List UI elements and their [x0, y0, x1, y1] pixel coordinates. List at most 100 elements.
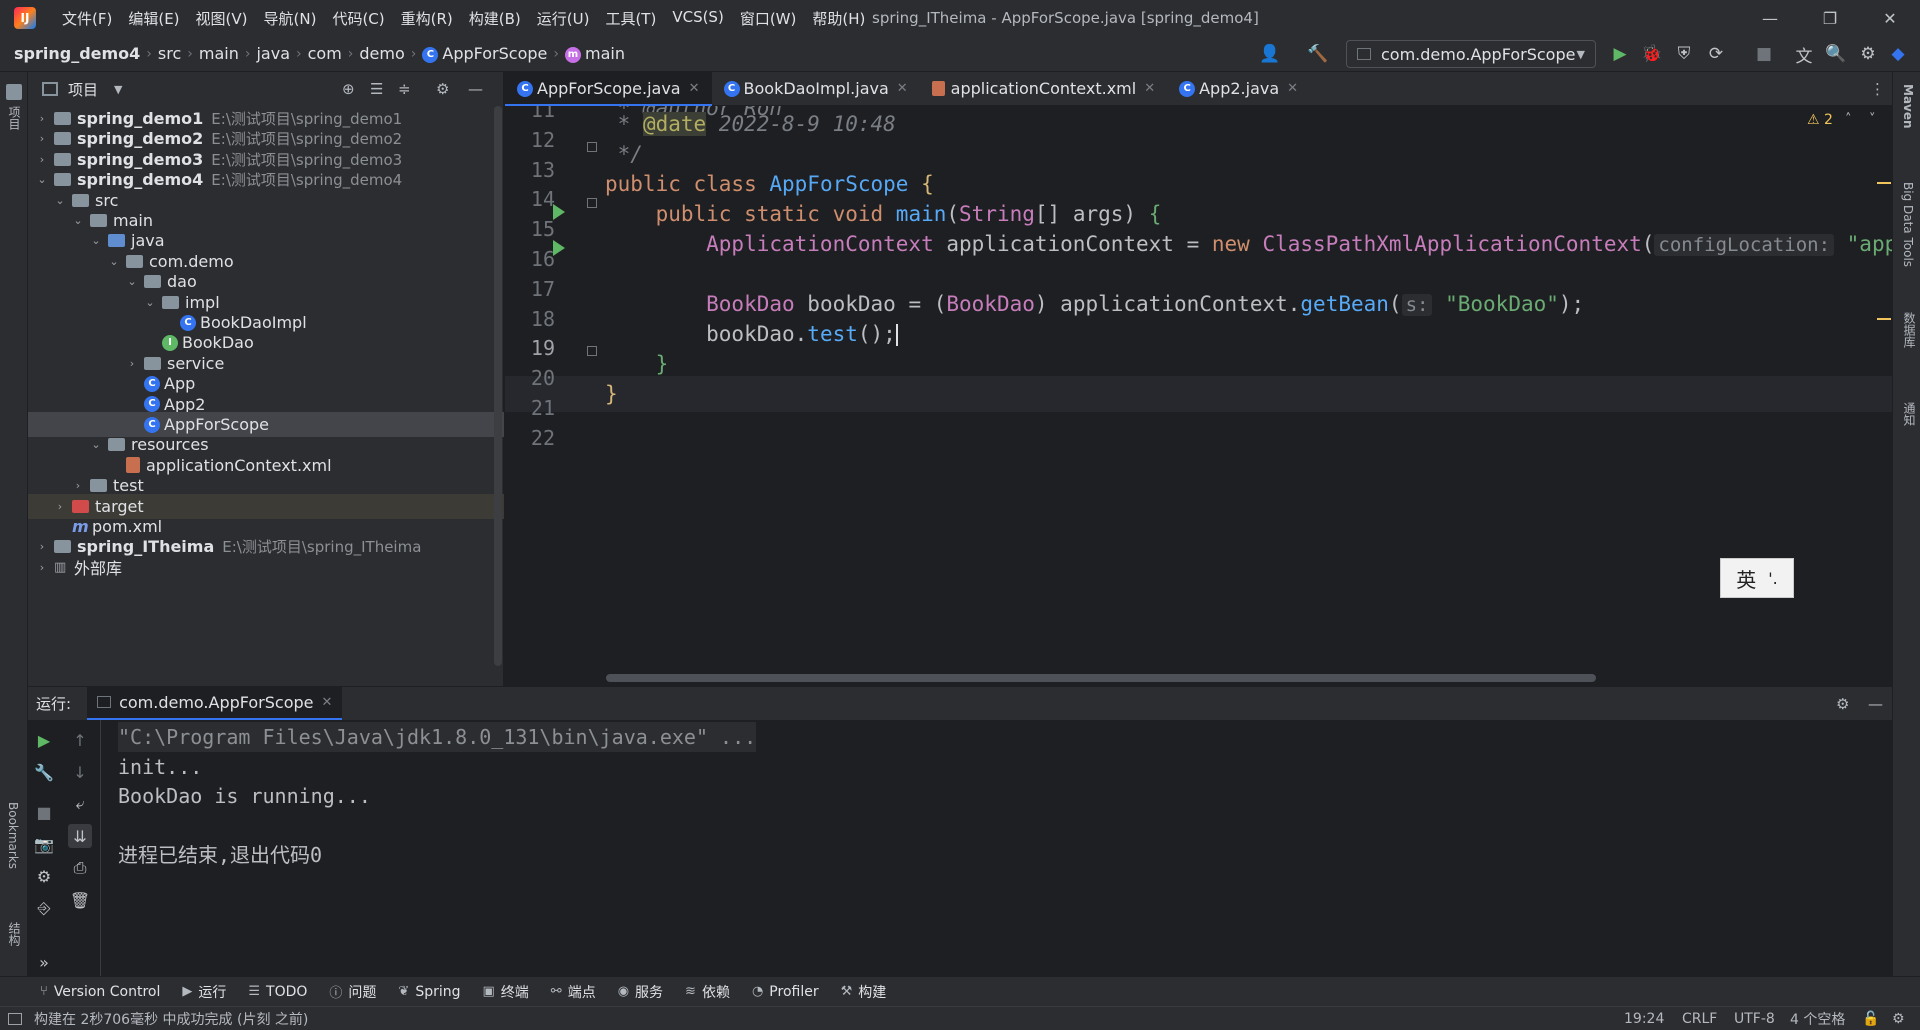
stop-icon[interactable]: ■ [32, 800, 56, 824]
tree-expand-icon[interactable]: › [52, 500, 68, 513]
code-editor[interactable]: 111213141516171819202122 * @author Ron *… [505, 106, 1892, 686]
tool-window-button[interactable]: ⚒ 构建 [841, 982, 887, 1002]
bigdata-tool-label[interactable]: Big Data Tools [1901, 182, 1915, 267]
tree-expand-icon[interactable]: › [34, 132, 50, 145]
tool-window-button[interactable]: ◉ 服务 [618, 982, 663, 1002]
breadcrumb-item[interactable]: C AppForScope [422, 44, 547, 63]
restore-icon[interactable]: ❐ [1800, 0, 1860, 36]
breadcrumb-item[interactable]: java [256, 44, 290, 63]
status-message[interactable]: 构建在 2秒706毫秒 中成功完成 (片刻 之前) [34, 1009, 308, 1029]
editor-tab[interactable]: C BookDaoImpl.java ✕ [712, 72, 920, 106]
run-gutter-icon[interactable] [553, 204, 565, 220]
editor-horizontal-scrollbar[interactable] [606, 674, 1596, 682]
menu-item[interactable]: VCS(S) [664, 8, 731, 29]
build-hammer-icon[interactable]: 🔨 [1306, 42, 1330, 66]
tree-expand-icon[interactable]: ⌄ [34, 173, 50, 186]
user-icon[interactable]: 👤 [1258, 42, 1282, 66]
tree-expand-icon[interactable]: ⌄ [88, 438, 104, 451]
menu-item[interactable]: 代码(C) [324, 8, 392, 29]
status-panel-icon[interactable] [8, 1012, 22, 1025]
menu-item[interactable]: 工具(T) [597, 8, 664, 29]
print-icon[interactable]: ⎙ [68, 856, 92, 880]
bookmarks-tool-label[interactable]: Bookmarks [6, 802, 20, 869]
tool-window-button[interactable]: ▶ 运行 [182, 982, 226, 1002]
editor-tab[interactable]: C App2.java ✕ [1167, 72, 1310, 106]
line-separator[interactable]: CRLF [1682, 1011, 1717, 1027]
structure-tool-label[interactable]: 结构 [6, 922, 23, 946]
indent-setting[interactable]: 4 个空格 [1790, 1009, 1845, 1029]
panel-settings-icon[interactable]: ⚙ [436, 80, 449, 98]
menu-item[interactable]: 文件(F) [54, 8, 120, 29]
tool-window-button[interactable]: ☰ TODO [248, 984, 307, 1000]
hide-panel-icon[interactable]: — [468, 80, 483, 98]
breadcrumb-item[interactable]: spring_demo4 [14, 44, 140, 63]
breadcrumb-item[interactable]: com [308, 44, 342, 63]
tool-window-button[interactable]: ⓘ 问题 [329, 982, 376, 1002]
menu-item[interactable]: 帮助(H) [804, 8, 873, 29]
project-panel-title[interactable]: 项目 [68, 79, 98, 100]
run-config-dropdown[interactable]: com.demo.AppForScope ▼ [1346, 40, 1596, 68]
tree-expand-icon[interactable]: ⌄ [142, 296, 158, 309]
down-arrow-icon[interactable]: ↓ [68, 760, 92, 784]
editor-tab[interactable]: C AppForScope.java ✕ [505, 71, 712, 107]
locate-icon[interactable]: ⊕ [342, 80, 355, 98]
close-icon[interactable]: ✕ [1860, 0, 1920, 36]
profile-icon[interactable]: ⟳ [1704, 42, 1728, 66]
prev-highlight-icon[interactable]: ˄ [1845, 112, 1852, 127]
tree-expand-icon[interactable]: › [70, 479, 86, 492]
search-icon[interactable]: 🔍 [1824, 42, 1848, 66]
warning-marker[interactable] [1877, 182, 1891, 184]
tree-expand-icon[interactable]: › [124, 357, 140, 370]
tool-window-button[interactable]: ❦ Spring [398, 984, 460, 1000]
run-gutter-icon[interactable] [553, 240, 565, 256]
soft-wrap-icon[interactable]: ⤶ [68, 792, 92, 816]
close-tab-icon[interactable]: ✕ [897, 81, 908, 96]
close-tab-icon[interactable]: ✕ [1144, 81, 1155, 96]
wrench-icon[interactable]: 🔧 [32, 760, 56, 784]
tree-item[interactable]: › ▥ 外部库 [28, 555, 504, 580]
settings-icon[interactable]: ⚙ [32, 864, 56, 888]
maven-tool-label[interactable]: Maven [1901, 84, 1915, 129]
tree-expand-icon[interactable]: › [34, 561, 50, 574]
coverage-icon[interactable]: ⛨ [1672, 42, 1696, 66]
database-tool-label[interactable]: 数据库 [1901, 312, 1918, 348]
tool-window-button[interactable]: ⚯ 端点 [551, 982, 596, 1002]
chevron-down-icon[interactable]: ▼ [114, 83, 122, 96]
camera-icon[interactable]: 📷 [32, 832, 56, 856]
menu-item[interactable]: 导航(N) [256, 8, 325, 29]
tabs-more-icon[interactable]: ⋮ [1870, 80, 1885, 98]
exit-icon[interactable]: ⎆ [32, 896, 56, 920]
lock-icon[interactable]: 🔓 [1862, 1011, 1879, 1027]
tree-expand-icon[interactable]: ⌄ [52, 194, 68, 207]
tool-window-button[interactable]: ▣ 终端 [483, 982, 529, 1002]
next-highlight-icon[interactable]: ˅ [1869, 112, 1876, 127]
menu-item[interactable]: 构建(B) [461, 8, 529, 29]
translate-icon[interactable]: 文 [1792, 42, 1816, 67]
tree-expand-icon[interactable]: ⌄ [124, 275, 140, 288]
run-settings-icon[interactable]: ⚙ [1836, 695, 1849, 713]
collapse-all-icon[interactable]: ≑ [398, 80, 411, 98]
fold-icon[interactable] [587, 142, 597, 152]
caret-position[interactable]: 19:24 [1624, 1011, 1664, 1027]
plugin-icon[interactable]: ◆ [1886, 42, 1910, 66]
menu-item[interactable]: 视图(V) [188, 8, 256, 29]
notifications-tool-label[interactable]: 通知 [1901, 402, 1918, 426]
breadcrumb-item[interactable]: m main [564, 44, 625, 63]
project-scrollbar[interactable] [494, 106, 502, 666]
project-tool-icon[interactable] [6, 84, 22, 100]
stop-icon[interactable]: ■ [1752, 42, 1776, 66]
minimize-icon[interactable]: — [1740, 0, 1800, 36]
menu-item[interactable]: 运行(U) [529, 8, 598, 29]
menu-item[interactable]: 编辑(E) [120, 8, 187, 29]
tree-expand-icon[interactable]: › [34, 112, 50, 125]
inspection-icon[interactable]: ⚙ [1892, 1011, 1905, 1027]
intellij-logo-icon[interactable]: IJ [14, 7, 36, 29]
tree-expand-icon[interactable]: ⌄ [88, 234, 104, 247]
file-encoding[interactable]: UTF-8 [1734, 1011, 1775, 1027]
rerun-icon[interactable]: ▶ [32, 728, 56, 752]
tool-window-button[interactable]: ◔ Profiler [752, 984, 819, 1000]
settings-gear-icon[interactable]: ⚙ [1856, 42, 1880, 66]
fold-icon[interactable] [587, 346, 597, 356]
editor-tab[interactable]: applicationContext.xml ✕ [920, 72, 1167, 106]
warning-marker[interactable] [1877, 318, 1891, 320]
